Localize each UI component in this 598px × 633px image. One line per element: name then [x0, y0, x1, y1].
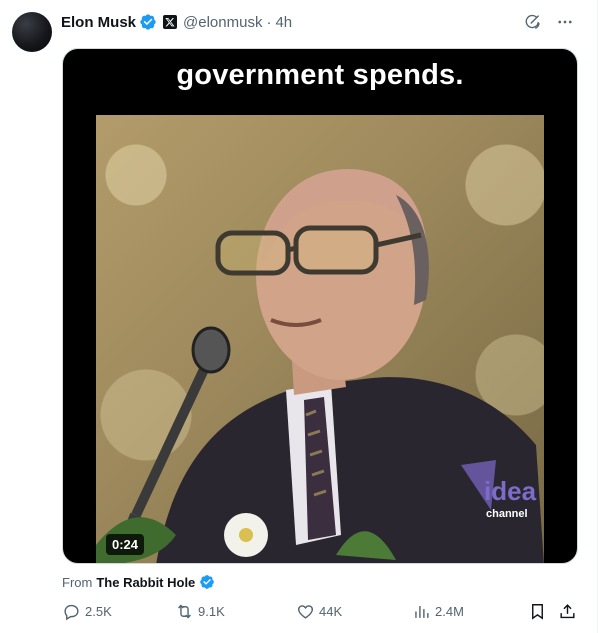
- video-player[interactable]: government spends. idea channel 0:24: [62, 48, 578, 564]
- avatar[interactable]: [12, 12, 52, 52]
- repost-icon: [178, 604, 191, 619]
- repost-button[interactable]: 9.1K: [175, 602, 225, 621]
- tweet: Elon Musk @elonmusk · 4h government spen…: [0, 0, 598, 633]
- watermark-sub: channel: [486, 508, 528, 520]
- author-name[interactable]: Elon Musk: [61, 14, 136, 31]
- video-duration: 0:24: [106, 534, 145, 555]
- views-icon: [415, 605, 429, 618]
- grok-icon[interactable]: [522, 11, 544, 33]
- timestamp[interactable]: 4h: [275, 14, 292, 31]
- tweet-header: Elon Musk @elonmusk · 4h: [61, 12, 292, 32]
- bookmark-icon: [532, 604, 543, 620]
- top-actions: [522, 11, 576, 33]
- source-prefix: From: [62, 574, 93, 590]
- source-name[interactable]: The Rabbit Hole: [96, 575, 195, 590]
- author-handle[interactable]: @elonmusk: [183, 14, 262, 31]
- bookmark-button[interactable]: [528, 602, 547, 621]
- share-icon: [560, 604, 575, 619]
- share-button[interactable]: [558, 602, 577, 621]
- like-icon: [297, 605, 314, 619]
- speaker-scene: idea channel: [96, 169, 544, 563]
- separator: ·: [266, 13, 272, 31]
- like-count: 44K: [319, 604, 343, 619]
- verified-badge-icon: [139, 13, 157, 31]
- source-attribution: From The Rabbit Hole: [62, 574, 215, 590]
- reply-icon: [64, 604, 79, 621]
- views-button[interactable]: 2.4M: [412, 602, 464, 621]
- view-count: 2.4M: [435, 604, 464, 619]
- like-button[interactable]: 44K: [296, 602, 342, 621]
- action-bar: 2.5K 9.1K 44K 2.4M: [62, 600, 582, 624]
- x-logo-icon: [163, 15, 178, 29]
- watermark-brand: idea: [484, 476, 537, 506]
- verified-badge-icon: [199, 574, 215, 590]
- video-frame[interactable]: idea channel 0:24: [96, 115, 544, 563]
- more-icon[interactable]: [554, 11, 576, 33]
- repost-count: 9.1K: [198, 604, 225, 619]
- reply-count: 2.5K: [85, 604, 112, 619]
- video-caption: government spends.: [176, 59, 464, 91]
- reply-button[interactable]: 2.5K: [62, 602, 112, 621]
